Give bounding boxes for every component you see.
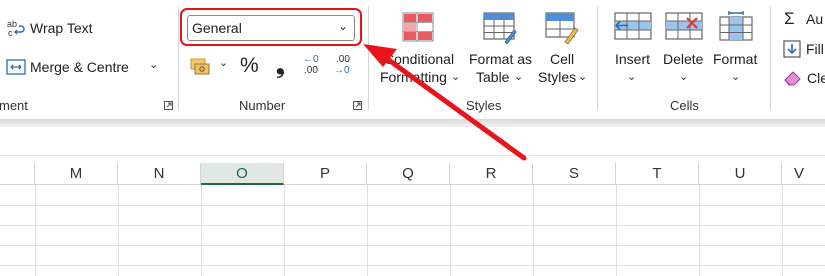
annotation-arrow (363, 44, 527, 161)
